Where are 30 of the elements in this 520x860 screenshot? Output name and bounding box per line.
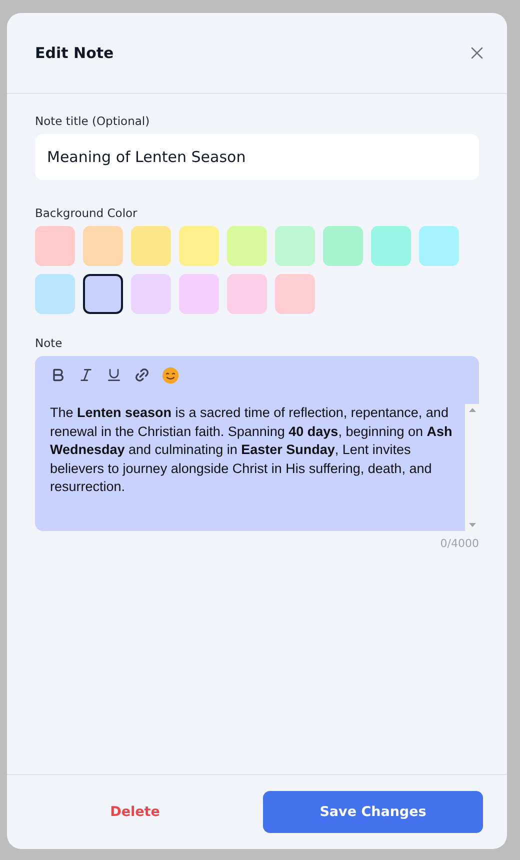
color-swatch[interactable] [275, 226, 315, 266]
field-label: Note [35, 336, 64, 350]
scroll-up-icon[interactable] [468, 408, 476, 412]
field-label: Note title (Optional) [35, 114, 151, 128]
note-text: The Lenten season is a sacred time of reflection, repentance, and renewal in the Christian faith. Spanning 40 days, beginning on Ash Wednesday and culminating in Easter Sunday, Lent invites believers to journey alongside Christ in His suffering, death, and resurrection. [49, 404, 454, 496]
color-swatch[interactable] [131, 226, 171, 266]
scroll-down-icon[interactable] [468, 523, 476, 527]
note-editor[interactable] [35, 356, 479, 531]
smiley-icon[interactable] [161, 366, 179, 384]
color-swatch[interactable] [227, 226, 267, 266]
color-swatch[interactable] [323, 226, 363, 266]
color-swatch[interactable] [419, 226, 459, 266]
color-swatch[interactable] [83, 226, 123, 266]
color-swatch[interactable] [35, 274, 75, 314]
color-swatch[interactable] [35, 226, 75, 266]
color-swatch[interactable] [275, 274, 315, 314]
color-swatch[interactable] [179, 274, 219, 314]
underline-icon[interactable] [105, 366, 123, 384]
dialog-title: Edit Note [35, 44, 114, 62]
link-icon[interactable] [133, 366, 151, 384]
save-button[interactable]: Save Changes [263, 791, 483, 833]
color-swatch[interactable] [131, 274, 171, 314]
color-swatch[interactable] [371, 226, 411, 266]
delete-button[interactable]: Delete [35, 803, 235, 821]
color-swatch[interactable] [83, 274, 123, 314]
field-label: Background Color [35, 206, 138, 220]
color-swatch[interactable] [179, 226, 219, 266]
title-input[interactable]: Meaning of Lenten Season [35, 134, 479, 180]
color-swatch[interactable] [227, 274, 267, 314]
character-counter: 0/4000 [440, 537, 479, 550]
